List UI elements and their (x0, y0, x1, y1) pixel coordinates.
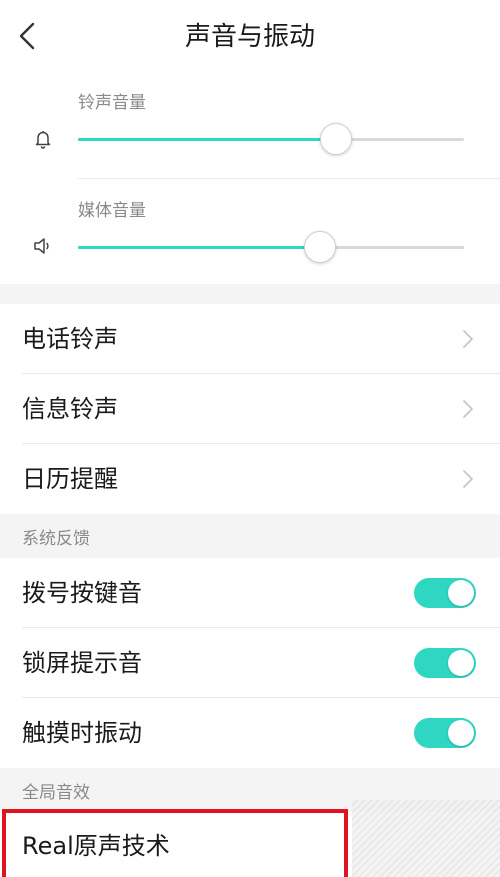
section-gap (0, 284, 500, 304)
bell-icon (35, 131, 51, 149)
toggle-knob (448, 720, 474, 746)
media-volume-row: 媒体音量 (0, 178, 500, 284)
list-item-label: 信息铃声 (22, 395, 118, 423)
chevron-right-icon (463, 400, 473, 418)
list-item-label: 触摸时振动 (22, 719, 142, 747)
list-item-calendar-reminder[interactable]: 日历提醒 (0, 444, 500, 514)
toggle-knob (448, 580, 474, 606)
chevron-right-icon (463, 470, 473, 488)
ringtone-volume-thumb[interactable] (319, 123, 352, 155)
ringtone-volume-row: 铃声音量 (0, 72, 500, 178)
list-item-label: 拨号按键音 (22, 579, 142, 607)
speaker-icon (34, 238, 49, 254)
list-item-dial-keypad-tone: 拨号按键音 (0, 558, 500, 628)
volume-section: 铃声音量 媒体音量 (0, 72, 500, 284)
media-volume-fill (78, 246, 320, 249)
header-bar: 声音与振动 (0, 0, 500, 72)
list-item-touch-vibration: 触摸时振动 (0, 698, 500, 768)
chevron-right-icon (463, 330, 473, 348)
list-item-phone-ringtone[interactable]: 电话铃声 (0, 304, 500, 374)
media-volume-slider[interactable] (78, 231, 464, 263)
sound-vibration-screen: 声音与振动 铃声音量 媒体音量 电话铃声 信息铃声 日历提醒 系统反馈 拨号按键… (0, 0, 500, 877)
list-item-label: 锁屏提示音 (22, 649, 142, 677)
dial-keypad-tone-toggle[interactable] (414, 578, 476, 608)
section-header-system-feedback: 系统反馈 (0, 514, 500, 558)
media-volume-label: 媒体音量 (78, 201, 146, 221)
list-item-lock-screen-sound: 锁屏提示音 (0, 628, 500, 698)
section-header-label: 系统反馈 (22, 529, 90, 549)
lock-screen-sound-toggle[interactable] (414, 648, 476, 678)
watermark-overlay (352, 800, 500, 877)
highlight-box (2, 809, 348, 877)
list-item-label: 日历提醒 (22, 465, 118, 493)
page-title: 声音与振动 (184, 22, 315, 52)
ringtone-volume-fill (78, 138, 335, 141)
toggle-knob (448, 650, 474, 676)
ringtone-volume-label: 铃声音量 (78, 93, 146, 113)
list-item-label: 电话铃声 (22, 325, 118, 353)
list-item-message-ringtone[interactable]: 信息铃声 (0, 374, 500, 444)
media-volume-thumb[interactable] (304, 231, 337, 263)
ringtone-volume-slider[interactable] (78, 123, 464, 155)
touch-vibration-toggle[interactable] (414, 718, 476, 748)
